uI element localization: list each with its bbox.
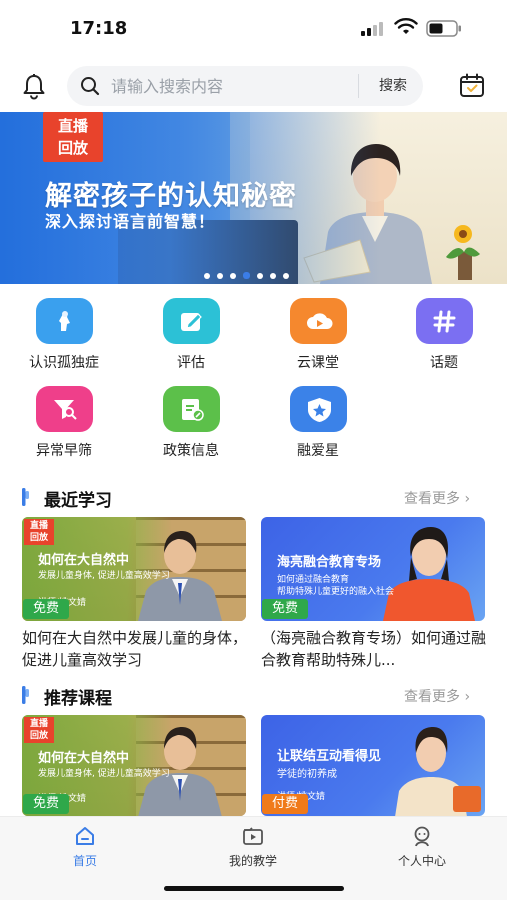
course-title: 如何在大自然中发展儿童的身体，促进儿童高效学习 bbox=[22, 629, 248, 669]
star-badge-icon bbox=[290, 386, 347, 432]
view-more-link[interactable]: 查看更多 › bbox=[404, 686, 470, 706]
course-thumbnail: 直播回放 如何在大自然中 发展儿童身体, 促进儿童高效学习 讲师/姚文婧 免费 bbox=[22, 517, 246, 621]
tab-my-teaching[interactable]: 我的教学 bbox=[198, 825, 308, 868]
menu-label: 异常早筛 bbox=[36, 443, 92, 459]
tab-profile[interactable]: 个人中心 bbox=[367, 825, 477, 868]
thumbnail-subtitle-2: 帮助特殊儿童更好的融入社会 bbox=[277, 587, 395, 597]
menu-item-assessment[interactable]: 评估 bbox=[141, 298, 241, 378]
menu-item-screening[interactable]: 异常早筛 bbox=[14, 386, 114, 466]
chevron-right-icon: › bbox=[460, 491, 471, 507]
course-title: （海亮融合教育专场）如何通过融合教育帮助特殊儿... bbox=[261, 629, 487, 669]
search-icon bbox=[81, 77, 100, 96]
tab-label: 首页 bbox=[72, 854, 97, 868]
page-dot-active[interactable] bbox=[243, 272, 250, 279]
live-replay-badge: 直播 回放 bbox=[24, 519, 54, 545]
free-tag: 免费 bbox=[23, 599, 70, 619]
calendar-check-icon[interactable] bbox=[458, 72, 486, 100]
free-tag: 免费 bbox=[23, 794, 70, 814]
paid-tag: 付费 bbox=[262, 794, 309, 814]
badge-line-1: 直播 bbox=[57, 117, 88, 135]
course-thumbnail: 让联结互动看得见 学徒的初养成 讲师/姚文婧 付费 bbox=[261, 715, 485, 816]
view-more-text: 查看更多 bbox=[404, 689, 460, 705]
view-more-link[interactable]: 查看更多 › bbox=[404, 488, 470, 508]
presenter-image bbox=[383, 527, 475, 621]
top-header: 搜索 bbox=[0, 58, 507, 110]
course-thumbnail: 直播回放 如何在大自然中 发展儿童身体, 促进儿童高效学习 讲师/姚文婧 免费 bbox=[22, 715, 246, 816]
section-marker-icon bbox=[22, 488, 29, 506]
banner-subtitle: 深入探讨语言前智慧！ bbox=[45, 212, 216, 231]
page-dot[interactable] bbox=[257, 272, 263, 279]
badge-line-2: 回放 bbox=[29, 731, 48, 741]
page-dot[interactable] bbox=[230, 272, 236, 279]
thumbnail-title: 海亮融合教育专场 bbox=[277, 555, 382, 570]
badge-line-2: 回放 bbox=[57, 139, 88, 157]
page-dot[interactable] bbox=[217, 272, 223, 279]
banner-pagination[interactable] bbox=[204, 265, 296, 279]
thumbnail-subtitle: 发展儿童身体, 促进儿童高效学习 bbox=[38, 769, 170, 779]
banner-flower-image bbox=[446, 225, 480, 280]
tab-label: 我的教学 bbox=[228, 854, 277, 868]
status-time: 17:18 bbox=[70, 18, 128, 39]
live-replay-badge: 直播 回放 bbox=[24, 717, 54, 743]
menu-item-autism[interactable]: 认识孤独症 bbox=[14, 298, 114, 378]
free-tag: 免费 bbox=[262, 599, 309, 619]
section-title-text: 推荐课程 bbox=[44, 689, 112, 709]
chevron-right-icon: › bbox=[460, 689, 471, 705]
document-icon bbox=[163, 386, 220, 432]
menu-label: 政策信息 bbox=[163, 443, 219, 459]
search-bar: 搜索 bbox=[67, 66, 423, 106]
menu-item-policy[interactable]: 政策信息 bbox=[141, 386, 241, 466]
menu-item-cloud-class[interactable]: 云课堂 bbox=[268, 298, 368, 378]
user-icon bbox=[414, 826, 430, 847]
page-dot[interactable] bbox=[204, 272, 210, 279]
wifi-icon bbox=[394, 18, 418, 34]
course-logo bbox=[453, 786, 481, 812]
menu-label: 认识孤独症 bbox=[29, 355, 99, 371]
hash-icon bbox=[416, 298, 473, 344]
person-icon bbox=[36, 298, 93, 344]
search-divider bbox=[358, 74, 359, 98]
section-marker-icon bbox=[22, 686, 29, 704]
page-dot[interactable] bbox=[270, 272, 276, 279]
banner-live-replay-badge: 直播 回放 bbox=[43, 112, 103, 162]
tab-label: 个人中心 bbox=[397, 854, 446, 868]
video-folder-icon bbox=[243, 827, 263, 845]
course-thumbnail: 海亮融合教育专场 如何通过融合教育 帮助特殊儿童更好的融入社会 免费 bbox=[261, 517, 485, 621]
home-icon bbox=[76, 827, 94, 845]
edit-icon bbox=[163, 298, 220, 344]
thumbnail-subtitle: 发展儿童身体, 促进儿童高效学习 bbox=[38, 571, 170, 581]
status-bar: 17:18 bbox=[0, 0, 507, 58]
filter-search-icon bbox=[36, 386, 93, 432]
page-dot[interactable] bbox=[283, 272, 289, 279]
thumbnail-subtitle: 学徒的初养成 bbox=[277, 769, 337, 780]
thumbnail-title: 如何在大自然中 bbox=[38, 553, 130, 568]
bell-icon[interactable] bbox=[20, 72, 48, 100]
menu-label: 评估 bbox=[177, 355, 205, 371]
thumbnail-title: 让联结互动看得见 bbox=[277, 749, 382, 764]
menu-label: 融爱星 bbox=[297, 443, 339, 459]
tab-home[interactable]: 首页 bbox=[30, 825, 140, 868]
battery-icon bbox=[426, 20, 461, 37]
view-more-text: 查看更多 bbox=[404, 491, 460, 507]
badge-line-1: 直播 bbox=[29, 521, 48, 531]
menu-item-rongaixing[interactable]: 融爱星 bbox=[268, 386, 368, 466]
menu-label: 话题 bbox=[430, 355, 458, 371]
badge-line-2: 回放 bbox=[29, 533, 48, 543]
cellular-signal-icon bbox=[361, 22, 383, 36]
menu-label: 云课堂 bbox=[297, 355, 339, 371]
thumbnail-title: 如何在大自然中 bbox=[38, 751, 130, 766]
search-button[interactable]: 搜索 bbox=[363, 66, 423, 106]
menu-item-topics[interactable]: 话题 bbox=[394, 298, 494, 378]
home-indicator[interactable] bbox=[164, 886, 344, 891]
cloud-play-icon bbox=[290, 298, 347, 344]
search-input[interactable] bbox=[111, 72, 351, 100]
section-title-text: 最近学习 bbox=[44, 491, 112, 511]
badge-line-1: 直播 bbox=[29, 719, 48, 729]
